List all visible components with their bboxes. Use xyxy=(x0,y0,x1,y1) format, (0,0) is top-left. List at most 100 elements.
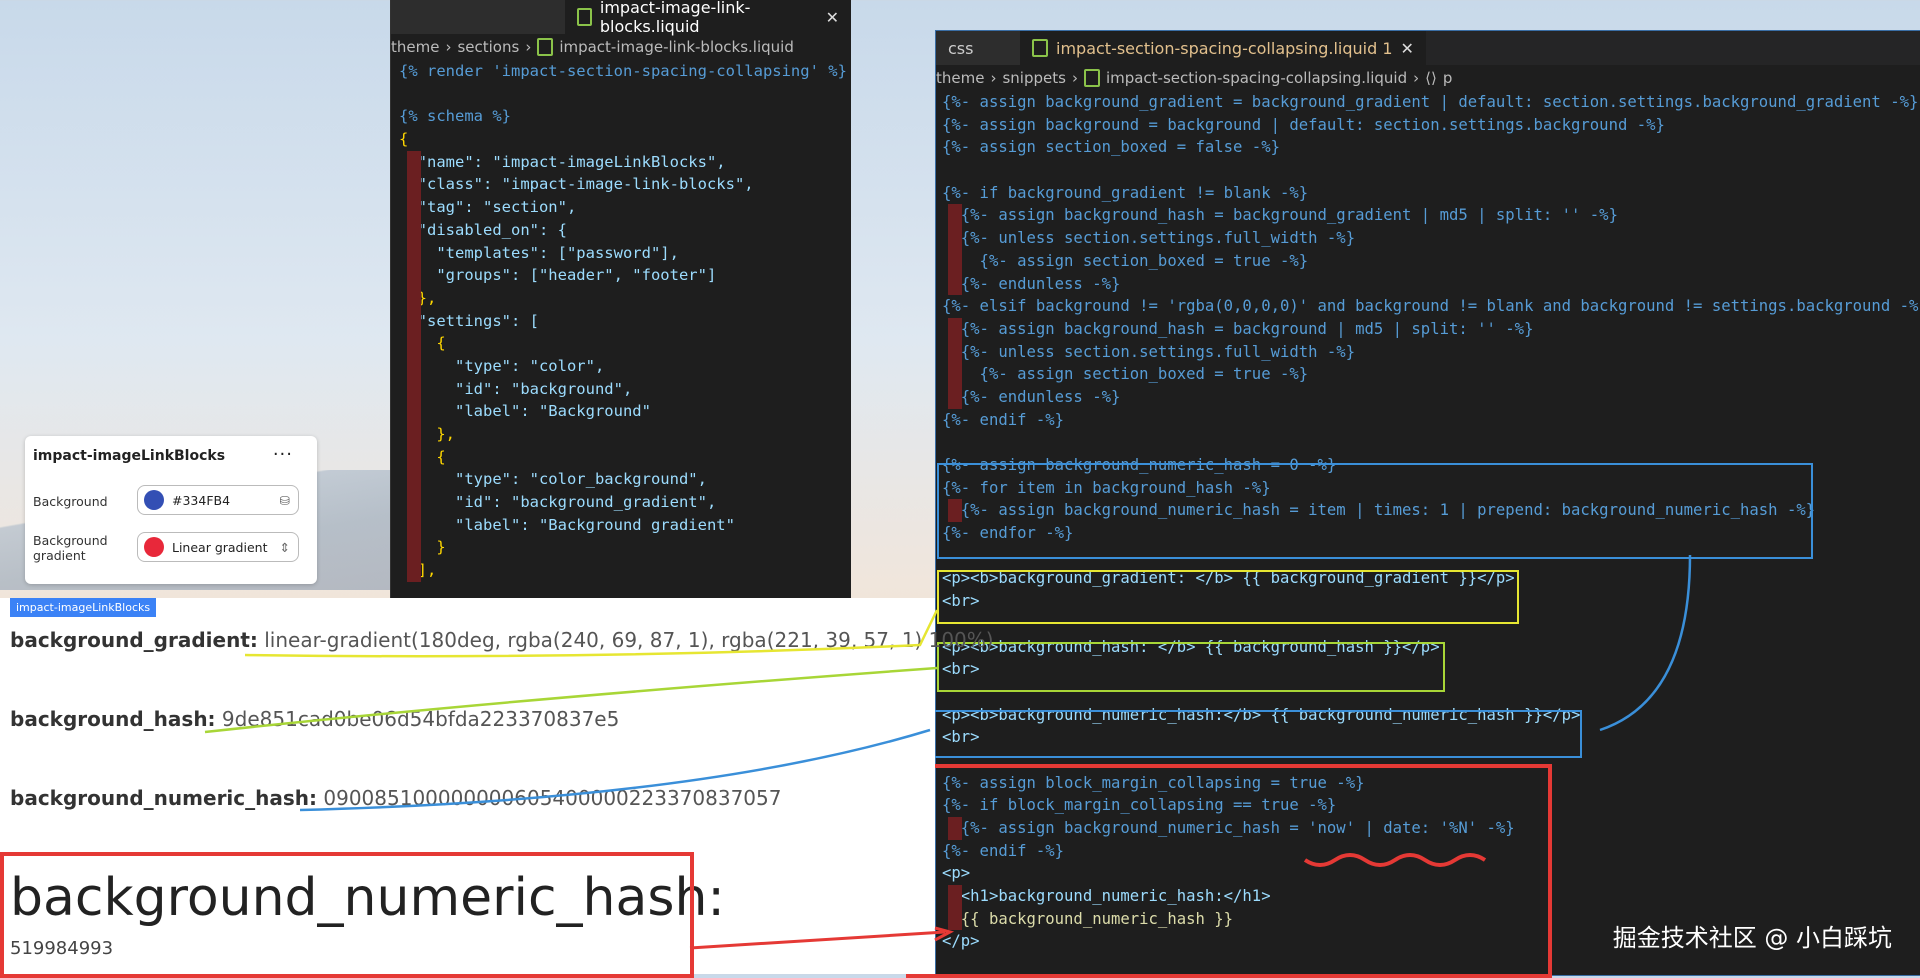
code-line[interactable] xyxy=(399,83,851,106)
code-line[interactable]: {%- assign section_boxed = false -%} xyxy=(942,136,1920,159)
code-text: {%- assign background = background | def… xyxy=(942,115,1665,134)
liquid-file-icon xyxy=(577,8,592,26)
breadcrumb-item[interactable]: sections xyxy=(457,38,519,56)
code-line[interactable]: "type": "color", xyxy=(399,354,851,378)
git-change-marker xyxy=(407,423,421,446)
code-line[interactable] xyxy=(942,159,1920,182)
code-line[interactable]: {% render 'impact-section-spacing-collap… xyxy=(399,60,851,83)
chevron-updown-icon[interactable]: ⇕ xyxy=(280,540,290,555)
code-line[interactable]: {%- assign section_boxed = true -%} xyxy=(942,363,1920,386)
code-line[interactable]: {%- assign background_numeric_hash = 0 -… xyxy=(942,454,1920,477)
background-label: Background xyxy=(33,494,108,509)
code-line[interactable]: "groups": ["header", "footer"] xyxy=(399,264,851,287)
code-line[interactable]: {%- endunless -%} xyxy=(942,385,1920,409)
code-line[interactable]: {%- endif -%} xyxy=(942,409,1920,432)
breadcrumb-item[interactable]: theme xyxy=(391,38,439,56)
code-line[interactable]: {%- unless section.settings.full_width -… xyxy=(942,227,1920,250)
breadcrumb-item[interactable]: impact-section-spacing-collapsing.liquid xyxy=(1106,69,1407,87)
code-line[interactable]: <br> xyxy=(942,726,1920,749)
code-line[interactable]: "label": "Background" xyxy=(399,400,851,423)
code-line[interactable]: "templates": ["password"], xyxy=(399,241,851,265)
code-line[interactable] xyxy=(942,431,1920,454)
code-area[interactable]: {%- assign background_gradient = backgro… xyxy=(936,91,1920,953)
section-tag[interactable]: impact-imageLinkBlocks xyxy=(10,598,157,617)
code-text: <p><b>background_hash: </b> {{ backgroun… xyxy=(942,637,1440,656)
code-line[interactable] xyxy=(942,545,1920,568)
code-line[interactable]: "settings": [ xyxy=(399,309,851,333)
code-line[interactable]: {%- assign section_boxed = true -%} xyxy=(942,249,1920,273)
code-line[interactable]: {%- for item in background_hash -%} xyxy=(942,477,1920,500)
code-line[interactable]: "disabled_on": { xyxy=(399,218,851,242)
tab-impact-image-link-blocks[interactable]: impact-image-link-blocks.liquid ✕ xyxy=(565,0,851,36)
right-code-editor[interactable]: css impact-section-spacing-collapsing.li… xyxy=(935,30,1920,976)
code-line[interactable]: {%- assign background_hash = background … xyxy=(942,317,1920,341)
code-line[interactable]: { xyxy=(399,332,851,355)
code-line[interactable]: "class": "impact-image-link-blocks", xyxy=(399,173,851,197)
breadcrumb-item[interactable]: theme xyxy=(936,69,984,87)
code-line[interactable]: {%- assign background_gradient = backgro… xyxy=(942,91,1920,114)
code-line[interactable]: { xyxy=(399,445,851,469)
code-text: <br> xyxy=(942,728,980,747)
code-line[interactable]: "id": "background", xyxy=(399,377,851,401)
code-line[interactable]: <br> xyxy=(942,658,1920,681)
code-line[interactable]: {%- if block_margin_collapsing == true -… xyxy=(942,794,1920,817)
close-icon[interactable]: ✕ xyxy=(1401,39,1414,58)
gradient-field[interactable]: Linear gradient ⇕ xyxy=(137,532,299,562)
code-line[interactable] xyxy=(942,749,1920,772)
code-line[interactable]: {%- endif -%} xyxy=(942,840,1920,863)
code-text: {%- assign section_boxed = true -%} xyxy=(942,365,1309,384)
git-change-marker xyxy=(407,286,421,310)
code-text: {% render 'impact-section-spacing-collap… xyxy=(399,62,847,80)
code-line[interactable]: "tag": "section", xyxy=(399,196,851,219)
code-line[interactable]: }, xyxy=(399,423,851,446)
code-line[interactable]: ], xyxy=(399,559,851,582)
breadcrumb-item[interactable]: p xyxy=(1443,69,1453,87)
code-line[interactable]: {%- elsif background != 'rgba(0,0,0,0)' … xyxy=(942,295,1920,318)
background-color-field[interactable]: #334FB4 ⛁ xyxy=(137,485,299,515)
left-code-editor[interactable]: impact-image-link-blocks.liquid ✕ theme … xyxy=(390,0,851,598)
code-line[interactable]: "label": "Background gradient" xyxy=(399,513,851,537)
code-line[interactable]: {% schema %} xyxy=(399,105,851,128)
code-text: </p> xyxy=(942,932,980,951)
git-change-marker xyxy=(407,173,421,197)
database-icon[interactable]: ⛁ xyxy=(280,493,290,508)
code-line[interactable]: } xyxy=(399,536,851,560)
code-line[interactable]: <br> xyxy=(942,590,1920,613)
code-text: "id": "background", xyxy=(399,379,633,398)
code-line[interactable]: {%- unless section.settings.full_width -… xyxy=(942,340,1920,364)
code-line[interactable]: {%- endunless -%} xyxy=(942,272,1920,296)
code-line[interactable]: <p><b>background_hash: </b> {{ backgroun… xyxy=(942,636,1920,659)
code-text: {%- assign background_gradient = backgro… xyxy=(942,93,1919,111)
code-line[interactable]: { xyxy=(399,128,851,151)
color-swatch[interactable] xyxy=(144,537,164,557)
code-line[interactable]: "type": "color_background", xyxy=(399,468,851,492)
code-line[interactable] xyxy=(942,613,1920,636)
code-line[interactable]: {%- assign background_numeric_hash = 'no… xyxy=(942,817,1920,840)
tab-impact-section-spacing-collapsing[interactable]: impact-section-spacing-collapsing.liquid… xyxy=(1020,31,1426,65)
code-line[interactable] xyxy=(942,681,1920,704)
breadcrumb-item[interactable]: impact-image-link-blocks.liquid xyxy=(559,38,794,56)
code-line[interactable]: {%- assign background_numeric_hash = ite… xyxy=(942,499,1920,523)
tab-css[interactable]: css xyxy=(936,31,1020,65)
code-line[interactable]: {%- assign background_hash = background_… xyxy=(942,204,1920,228)
code-line[interactable]: {%- endfor -%} xyxy=(942,522,1920,545)
more-icon[interactable]: ··· xyxy=(273,444,293,465)
code-line[interactable]: <p><b>background_numeric_hash:</b> {{ ba… xyxy=(942,704,1920,727)
code-line[interactable]: "name": "impact-imageLinkBlocks", xyxy=(399,150,851,174)
code-line[interactable]: {%- assign block_margin_collapsing = tru… xyxy=(942,772,1920,795)
breadcrumb-item[interactable]: snippets xyxy=(1002,69,1065,87)
code-line[interactable]: "id": "background_gradient", xyxy=(399,491,851,514)
code-line[interactable]: <h1>background_numeric_hash:</h1> xyxy=(942,885,1920,908)
close-icon[interactable]: ✕ xyxy=(826,8,839,27)
color-swatch[interactable] xyxy=(144,490,164,510)
blurred-tab[interactable] xyxy=(391,0,566,34)
code-line[interactable]: {%- if background_gradient != blank -%} xyxy=(942,182,1920,205)
code-line[interactable]: {%- assign background = background | def… xyxy=(942,114,1920,137)
code-line[interactable]: }, xyxy=(399,286,851,310)
code-line[interactable]: <p> xyxy=(942,862,1920,885)
code-line[interactable]: <p><b>background_gradient: </b> {{ backg… xyxy=(942,567,1920,590)
git-change-marker xyxy=(948,227,962,250)
chevron-right-icon: › xyxy=(445,38,452,56)
code-area[interactable]: {% render 'impact-section-spacing-collap… xyxy=(391,60,851,582)
numeric-label: background_numeric_hash: xyxy=(10,786,318,810)
